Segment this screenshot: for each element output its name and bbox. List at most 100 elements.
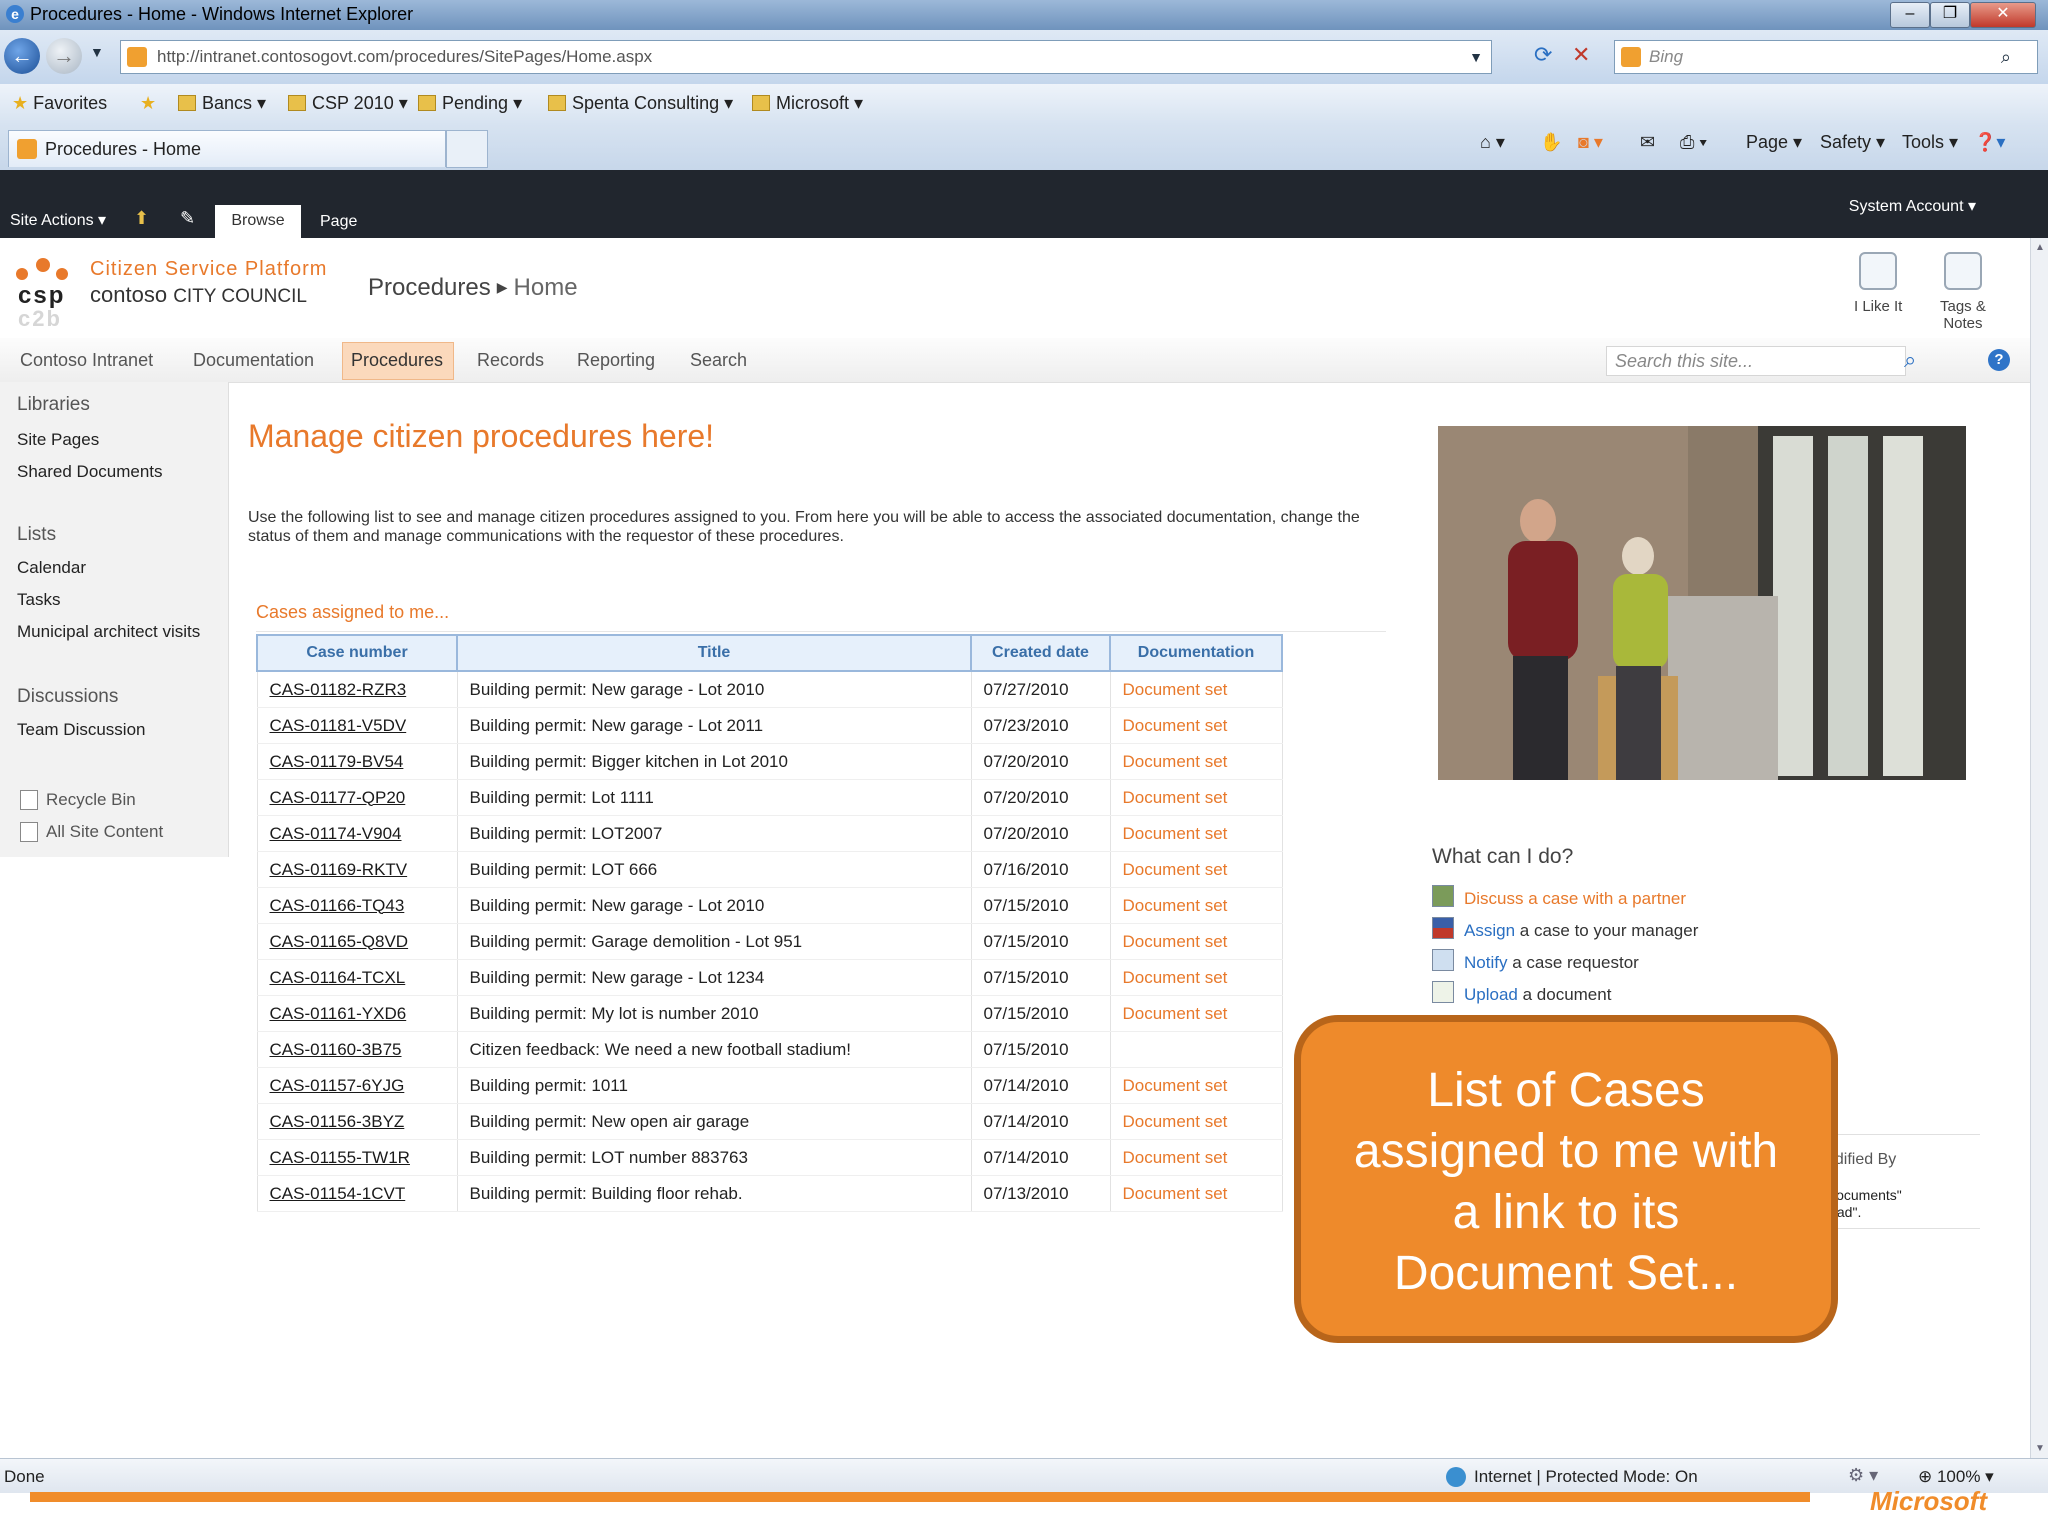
safety-menu[interactable]: Safety ▾: [1820, 132, 1885, 153]
protected-mode-icon[interactable]: ⚙ ▾: [1848, 1465, 1878, 1486]
notify-link[interactable]: Notify: [1464, 953, 1507, 972]
navigate-up-icon[interactable]: ⬆: [134, 208, 149, 229]
recent-pages-icon[interactable]: ▼: [90, 44, 104, 60]
nav-tasks[interactable]: Tasks: [17, 590, 60, 610]
zoom-level[interactable]: ⊕ 100% ▾: [1918, 1467, 1994, 1487]
action-discuss[interactable]: Discuss a case with a partner: [1432, 885, 1686, 909]
tools-menu[interactable]: Tools ▾: [1902, 132, 1958, 153]
vertical-scrollbar[interactable]: ▲ ▼: [2030, 238, 2048, 1458]
favorites-folder-bancs[interactable]: Bancs ▾: [178, 93, 266, 114]
case-number-link[interactable]: CAS-01154-1CVT: [256, 1175, 458, 1212]
favorites-folder-pending[interactable]: Pending ▾: [418, 93, 522, 114]
document-set-link[interactable]: Document set: [1110, 1139, 1283, 1176]
document-set-link[interactable]: Document set: [1110, 851, 1283, 888]
mail-icon[interactable]: ✉: [1640, 132, 1655, 153]
document-set-link[interactable]: Document set: [1110, 815, 1283, 852]
document-set-link[interactable]: Document set: [1110, 1067, 1283, 1104]
discuss-link[interactable]: Discuss a case with a partner: [1464, 889, 1686, 908]
document-set-link[interactable]: Document set: [1110, 707, 1283, 744]
user-menu[interactable]: System Account ▾: [1849, 196, 1976, 216]
document-set-link[interactable]: Document set: [1110, 995, 1283, 1032]
search-icon[interactable]: ⌕: [2001, 41, 2011, 73]
nav-recycle-bin[interactable]: Recycle Bin: [46, 790, 136, 810]
close-button[interactable]: ✕: [1970, 2, 2036, 28]
document-set-link[interactable]: Document set: [1110, 671, 1283, 708]
document-set-link[interactable]: Document set: [1110, 959, 1283, 996]
add-to-favorites-icon[interactable]: ★: [140, 93, 156, 114]
nav-site-pages[interactable]: Site Pages: [17, 430, 99, 450]
favorites-folder-spenta[interactable]: Spenta Consulting ▾: [548, 93, 733, 114]
maximize-button[interactable]: ❐: [1930, 2, 1970, 28]
nav-records[interactable]: Records: [477, 350, 544, 371]
nav-contoso-intranet[interactable]: Contoso Intranet: [20, 350, 153, 371]
case-number-link[interactable]: CAS-01155-TW1R: [256, 1139, 458, 1176]
nav-all-site-content[interactable]: All Site Content: [46, 822, 163, 842]
case-number-link[interactable]: CAS-01166-TQ43: [256, 887, 458, 924]
column-header-created-date[interactable]: Created date: [970, 634, 1111, 672]
hand-icon[interactable]: ✋: [1540, 132, 1562, 153]
case-number-link[interactable]: CAS-01182-RZR3: [256, 671, 458, 708]
case-number-link[interactable]: CAS-01164-TCXL: [256, 959, 458, 996]
nav-team-discussion[interactable]: Team Discussion: [17, 720, 146, 740]
back-button[interactable]: ←: [4, 38, 40, 74]
document-set-link[interactable]: Document set: [1110, 743, 1283, 780]
nav-calendar[interactable]: Calendar: [17, 558, 86, 578]
site-search-button-icon[interactable]: ⌕: [1904, 347, 1916, 373]
favorites-folder-microsoft[interactable]: Microsoft ▾: [752, 93, 863, 114]
home-icon[interactable]: ⌂ ▾: [1480, 132, 1505, 153]
document-set-link[interactable]: Document set: [1110, 1103, 1283, 1140]
tags-notes-button[interactable]: Tags & Notes: [1940, 252, 1986, 332]
tab-page[interactable]: Page: [320, 213, 357, 231]
scroll-down-icon[interactable]: ▼: [2035, 1443, 2045, 1454]
address-field[interactable]: http://intranet.contosogovt.com/procedur…: [120, 40, 1492, 74]
upload-link[interactable]: Upload: [1464, 985, 1518, 1004]
case-number-link[interactable]: CAS-01160-3B75: [256, 1031, 458, 1068]
forward-button[interactable]: →: [46, 38, 82, 74]
stop-icon[interactable]: ✕: [1572, 42, 1590, 68]
page-menu[interactable]: Page ▾: [1746, 132, 1802, 153]
nav-procedures[interactable]: Procedures: [351, 350, 443, 371]
edit-page-icon[interactable]: ✎: [180, 208, 195, 229]
action-upload[interactable]: Upload a document: [1432, 981, 1611, 1005]
case-number-link[interactable]: CAS-01165-Q8VD: [256, 923, 458, 960]
nav-reporting[interactable]: Reporting: [577, 350, 655, 371]
nav-shared-documents[interactable]: Shared Documents: [17, 462, 163, 482]
site-actions-menu[interactable]: Site Actions ▾: [10, 210, 106, 230]
column-header-title[interactable]: Title: [456, 634, 972, 672]
action-assign[interactable]: Assign a case to your manager: [1432, 917, 1698, 941]
help-icon[interactable]: ?: [1988, 349, 2010, 371]
site-search-input[interactable]: Search this site...: [1606, 346, 1906, 376]
favorites-folder-csp2010[interactable]: CSP 2010 ▾: [288, 93, 408, 114]
case-number-link[interactable]: CAS-01174-V904: [256, 815, 458, 852]
nav-municipal-architect-visits[interactable]: Municipal architect visits: [17, 622, 200, 642]
nav-documentation[interactable]: Documentation: [193, 350, 314, 371]
search-box[interactable]: Bing ⌕: [1614, 40, 2038, 74]
case-number-link[interactable]: CAS-01181-V5DV: [256, 707, 458, 744]
cases-webpart-title[interactable]: Cases assigned to me...: [256, 602, 449, 623]
action-notify[interactable]: Notify a case requestor: [1432, 949, 1639, 973]
breadcrumb-site[interactable]: Procedures: [368, 274, 491, 301]
document-set-link[interactable]: Document set: [1110, 1175, 1283, 1212]
scroll-up-icon[interactable]: ▲: [2035, 242, 2045, 253]
document-set-link[interactable]: Document set: [1110, 779, 1283, 816]
help-menu-icon[interactable]: ❓▾: [1974, 132, 2005, 153]
i-like-it-button[interactable]: I Like It: [1854, 252, 1902, 315]
case-number-link[interactable]: CAS-01169-RKTV: [256, 851, 458, 888]
case-number-link[interactable]: CAS-01177-QP20: [256, 779, 458, 816]
browser-tab-procedures-home[interactable]: Procedures - Home: [8, 130, 446, 167]
case-number-link[interactable]: CAS-01161-YXD6: [256, 995, 458, 1032]
assign-link[interactable]: Assign: [1464, 921, 1515, 940]
nav-heading-discussions[interactable]: Discussions: [17, 686, 118, 708]
document-set-link[interactable]: Document set: [1110, 887, 1283, 924]
minimize-button[interactable]: –: [1890, 2, 1930, 28]
nav-search[interactable]: Search: [690, 350, 747, 371]
tab-browse[interactable]: Browse: [215, 205, 301, 238]
column-header-case-number[interactable]: Case number: [256, 634, 458, 672]
nav-heading-libraries[interactable]: Libraries: [17, 394, 90, 416]
nav-heading-lists[interactable]: Lists: [17, 524, 56, 546]
column-header-documentation[interactable]: Documentation: [1109, 634, 1283, 672]
new-tab-button[interactable]: [446, 130, 488, 168]
document-set-link[interactable]: Document set: [1110, 923, 1283, 960]
favorites-button[interactable]: ★ Favorites: [12, 93, 107, 114]
case-number-link[interactable]: CAS-01156-3BYZ: [256, 1103, 458, 1140]
